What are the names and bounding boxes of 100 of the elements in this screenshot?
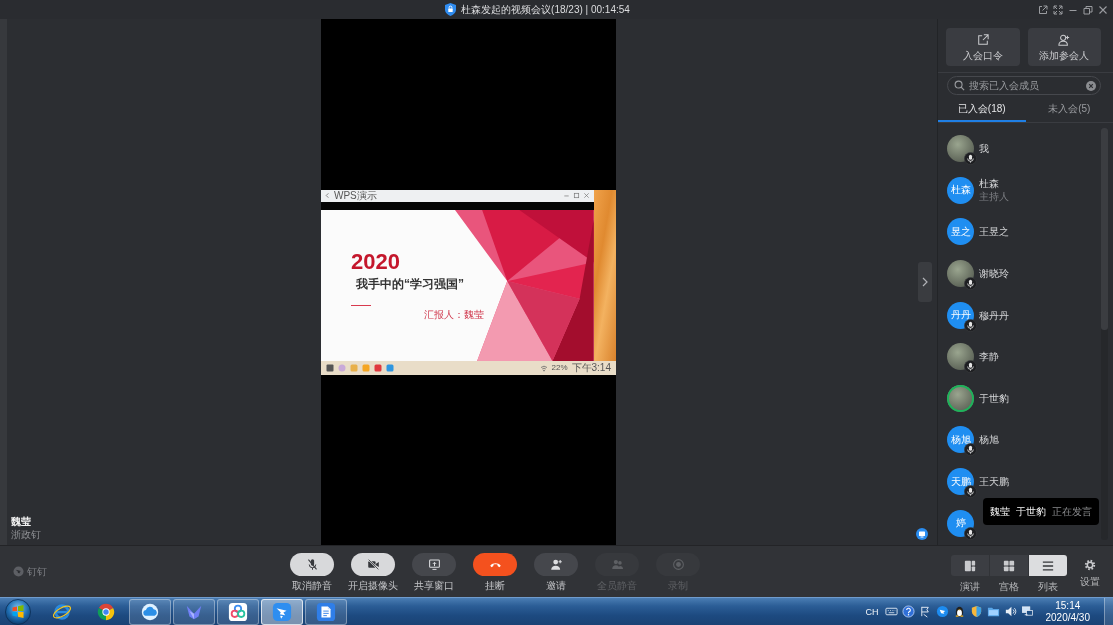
call-control-button[interactable] bbox=[412, 553, 456, 576]
wing-logo-icon bbox=[13, 566, 24, 577]
brand-name: 钉钉 bbox=[27, 564, 47, 579]
mic-off-icon bbox=[305, 558, 319, 571]
shield-lock-icon bbox=[445, 3, 457, 16]
cloud-icon bbox=[140, 601, 160, 622]
speaking-status: 正在发言 bbox=[1052, 504, 1092, 519]
presenter-name: 魏莹 bbox=[11, 516, 32, 528]
minimize-icon bbox=[563, 192, 570, 199]
member-tab[interactable]: 未入会(5) bbox=[1025, 98, 1113, 122]
control-label: 开启摄像头 bbox=[348, 580, 398, 591]
network-icon[interactable] bbox=[1020, 605, 1034, 618]
folder-icon[interactable] bbox=[986, 605, 1000, 618]
taskbar-app-button[interactable] bbox=[261, 598, 303, 625]
panel-action-button[interactable]: 添加参会人 bbox=[1027, 28, 1101, 66]
add-person-icon bbox=[549, 558, 563, 571]
shield-icon[interactable] bbox=[969, 605, 983, 618]
call-control-button[interactable] bbox=[473, 553, 517, 576]
fullscreen-icon[interactable] bbox=[1053, 4, 1063, 15]
chevron-right-icon bbox=[922, 277, 928, 287]
camera-off-icon bbox=[366, 558, 380, 571]
avatar: 昱之 bbox=[947, 218, 974, 246]
speaker-name: 魏莹 bbox=[990, 504, 1010, 519]
speaker-name: 于世豹 bbox=[1016, 504, 1046, 519]
restore-icon[interactable] bbox=[1083, 4, 1093, 15]
close-icon bbox=[583, 192, 590, 199]
member-name: 于世豹 bbox=[979, 391, 1009, 405]
slide-year: 2020 bbox=[351, 250, 400, 273]
flag-icon[interactable] bbox=[918, 605, 932, 618]
screen-icon bbox=[427, 558, 441, 571]
external-link-icon[interactable] bbox=[1038, 4, 1048, 15]
show-desktop-button[interactable] bbox=[1104, 598, 1113, 625]
app-tile-icon bbox=[374, 363, 382, 372]
close-icon[interactable] bbox=[1098, 4, 1108, 15]
paper-plane-icon[interactable] bbox=[935, 605, 949, 618]
document-tile-icon bbox=[316, 601, 336, 622]
control-label: 取消静音 bbox=[292, 580, 332, 591]
member-name: 穆丹丹 bbox=[979, 308, 1009, 322]
clock-time[interactable]: 15:14 bbox=[1055, 599, 1081, 612]
record-icon bbox=[671, 558, 685, 571]
window-title: 杜森发起的视频会议(18/23) | 00:14:54 bbox=[461, 3, 630, 16]
member-name: 我 bbox=[979, 142, 989, 156]
add-person-icon bbox=[1058, 33, 1071, 46]
input-language[interactable]: CH bbox=[865, 606, 879, 617]
taskbar-app-button[interactable] bbox=[129, 598, 171, 625]
external-link-icon bbox=[976, 33, 989, 46]
avatar: 杜森 bbox=[947, 176, 974, 204]
view-mode-label: 演讲 bbox=[960, 581, 980, 592]
remote-clock: 下午3:14 bbox=[571, 361, 611, 374]
speaker-layout-icon bbox=[964, 559, 976, 572]
view-mode-tab[interactable] bbox=[1029, 555, 1067, 576]
slide-presenter: 汇报人：魏莹 bbox=[424, 309, 484, 321]
call-control-button[interactable] bbox=[290, 553, 334, 576]
control-label: 邀请 bbox=[546, 580, 566, 591]
settings-icon[interactable] bbox=[1084, 559, 1096, 571]
taskbar-app-button[interactable] bbox=[305, 598, 347, 625]
taskbar-app-button[interactable] bbox=[217, 598, 259, 625]
member-name: 杨旭 bbox=[979, 433, 999, 447]
clock-date[interactable]: 2020/4/30 bbox=[1045, 611, 1090, 624]
globe-orbit-icon bbox=[52, 601, 72, 622]
member-role: 主持人 bbox=[979, 191, 1009, 204]
wifi-icon bbox=[539, 363, 548, 372]
panel-action-button[interactable]: 入会口令 bbox=[946, 28, 1020, 66]
wing-icon bbox=[272, 601, 292, 622]
call-control-button[interactable] bbox=[351, 553, 395, 576]
presenter-org: 浙政钉 bbox=[11, 529, 41, 541]
settings-label: 设置 bbox=[1080, 576, 1100, 587]
start-orb-icon[interactable] bbox=[5, 598, 31, 625]
control-label: 共享窗口 bbox=[414, 580, 454, 591]
member-name: 王天鹏 bbox=[979, 475, 1009, 489]
member-tab[interactable]: 已入会(18) bbox=[938, 98, 1026, 122]
view-mode-tab[interactable] bbox=[990, 555, 1028, 576]
app-tile-icon bbox=[326, 363, 334, 372]
keyboard-icon[interactable] bbox=[884, 605, 898, 618]
search-icon bbox=[954, 80, 965, 91]
back-icon bbox=[324, 192, 331, 199]
speaker-icon[interactable] bbox=[1003, 605, 1017, 618]
call-control-button[interactable] bbox=[534, 553, 578, 576]
control-label: 挂断 bbox=[485, 580, 505, 591]
remote-window-title: WPS演示 bbox=[334, 189, 377, 202]
clear-icon[interactable] bbox=[1086, 80, 1096, 91]
help-icon[interactable] bbox=[901, 605, 915, 618]
grid-icon bbox=[1003, 559, 1015, 572]
member-name: 王昱之 bbox=[979, 225, 1009, 239]
petals-icon bbox=[228, 601, 248, 622]
view-mode-label: 宫格 bbox=[999, 581, 1019, 592]
app-tile-icon bbox=[350, 363, 358, 372]
view-mode-label: 列表 bbox=[1038, 581, 1058, 592]
search-field[interactable]: 搜索已入会成员 bbox=[947, 76, 1101, 95]
remote-battery: 22% bbox=[551, 362, 568, 373]
maximize-icon bbox=[573, 192, 580, 199]
app-tile-icon bbox=[362, 363, 370, 372]
taskbar-app-button[interactable] bbox=[173, 598, 215, 625]
member-name: 谢晓玲 bbox=[979, 267, 1009, 281]
view-mode-tab[interactable] bbox=[951, 555, 989, 576]
screen-badge-icon[interactable] bbox=[916, 528, 928, 540]
app-tile-icon bbox=[338, 363, 346, 372]
list-icon bbox=[1042, 559, 1054, 572]
member-name: 李静 bbox=[979, 350, 999, 364]
app-tile-icon bbox=[386, 363, 394, 372]
